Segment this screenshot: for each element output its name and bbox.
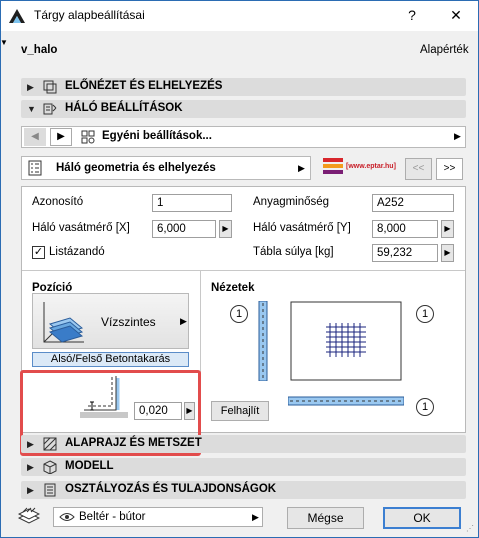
page-prev-button[interactable]: << — [405, 158, 432, 180]
classification-icon — [44, 483, 56, 497]
help-button[interactable]: ? — [402, 5, 422, 25]
archicad-app-icon — [9, 9, 25, 23]
section-classification-header[interactable]: ▶ OSZTÁLYOZÁS ÉS TULAJDONSÁGOK — [21, 481, 466, 499]
layer-dropdown[interactable]: Beltér - bútor ▶ — [53, 507, 263, 527]
view-badge-top: 1 — [416, 305, 434, 323]
id-field[interactable]: 1 — [152, 194, 232, 212]
page-label: Háló geometria és elhelyezés — [56, 162, 216, 174]
page-list-icon — [28, 160, 42, 176]
floorplan-icon — [43, 437, 57, 451]
expand-arrow-icon: ▶ — [27, 439, 34, 449]
expand-arrow-icon: ▶ — [27, 485, 34, 495]
dropdown-arrow-icon: ▶ — [180, 316, 187, 326]
orientation-label: Vízszintes — [101, 315, 156, 329]
diam-x-field[interactable]: 6,000 — [152, 220, 216, 238]
diam-y-dropdown-arrow[interactable]: ▶ — [441, 220, 454, 238]
listable-checkbox[interactable]: ✓ — [32, 246, 45, 259]
cover-label: Alsó/Felső Betontakarás — [32, 352, 189, 367]
diam-y-field[interactable]: 8,000 — [372, 220, 438, 238]
divider — [22, 270, 465, 271]
default-label: Alapérték — [420, 44, 469, 56]
dropdown-arrow-icon: ▶ — [298, 163, 305, 173]
page-selector[interactable]: Háló geometria és elhelyezés ▶ — [21, 156, 311, 180]
settings-icon — [43, 103, 57, 115]
views-title: Nézetek — [211, 282, 255, 294]
view-badge-bottom: 1 — [416, 398, 434, 416]
dropdown-arrow-icon: ▶ — [252, 512, 259, 522]
close-button[interactable]: ✕ — [446, 5, 466, 25]
collapse-triangle-icon[interactable]: ▼ — [0, 38, 8, 47]
section-floorplan-header[interactable]: ▶ ALAPRAJZ ÉS METSZET — [21, 435, 466, 453]
resize-grip-icon[interactable]: ⋰ — [466, 524, 476, 534]
weight-dropdown-arrow[interactable]: ▶ — [441, 244, 454, 262]
horizontal-mesh-icon — [43, 302, 84, 343]
section-model-header[interactable]: ▶ MODELL — [21, 458, 466, 476]
section-floorplan-label: ALAPRAJZ ÉS METSZET — [65, 437, 202, 449]
cancel-button[interactable]: Mégse — [287, 507, 364, 529]
page-next-button[interactable]: >> — [436, 158, 463, 180]
layer-label: Beltér - bútor — [79, 511, 146, 523]
cube-icon — [43, 460, 57, 474]
material-field[interactable]: A252 — [372, 194, 454, 212]
listable-label: Listázandó — [49, 246, 105, 258]
weight-field: 59,232 — [372, 244, 438, 262]
window-title: Tárgy alapbeállításai — [34, 8, 145, 22]
section-preview-header[interactable]: ▶ ELŐNÉZET ÉS ELHELYEZÉS — [21, 78, 466, 96]
next-arrow-button[interactable]: ▶ — [50, 128, 72, 146]
custom-settings-bar: ◀ ▶ Egyéni beállítások... ▶ — [21, 126, 466, 148]
preview-icon — [43, 80, 57, 94]
section-mesh-settings-header[interactable]: ▼ HÁLÓ BEÁLLÍTÁSOK — [21, 100, 466, 118]
ok-button[interactable]: OK — [383, 507, 461, 529]
expand-arrow-icon: ▶ — [27, 82, 34, 92]
custom-settings-label[interactable]: Egyéni beállítások... — [102, 130, 212, 142]
dropdown-arrow-icon[interactable]: ▶ — [454, 131, 461, 142]
section-model-label: MODELL — [65, 460, 114, 472]
diam-x-dropdown-arrow[interactable]: ▶ — [219, 220, 232, 238]
top-view-mesh-icon — [290, 301, 402, 381]
layer-icon — [18, 507, 40, 524]
eptar-logo-text: [www.eptar.hu] — [346, 163, 396, 170]
section-preview-label: ELŐNÉZET ÉS ELHELYEZÉS — [65, 80, 223, 92]
orientation-selector[interactable]: Vízszintes ▶ — [32, 293, 189, 349]
id-label: Azonosító — [32, 196, 84, 208]
object-name: v_halo — [21, 44, 58, 56]
section-mesh-settings-label: HÁLÓ BEÁLLÍTÁSOK — [65, 102, 183, 114]
diam-x-label: Háló vasátmérő [X] — [32, 222, 130, 234]
diam-y-label: Háló vasátmérő [Y] — [253, 222, 351, 234]
view-badge-side: 1 — [230, 305, 248, 323]
bend-button[interactable]: Felhajlít — [211, 401, 269, 421]
collapse-arrow-icon: ▼ — [27, 104, 36, 114]
eptar-logo: [www.eptar.hu] — [320, 156, 398, 180]
side-view-mesh-icon — [258, 301, 268, 381]
weight-label: Tábla súlya [kg] — [253, 246, 334, 258]
previous-arrow-button[interactable]: ◀ — [24, 128, 46, 146]
bottom-view-mesh-icon — [288, 396, 404, 406]
custom-settings-icon — [81, 130, 95, 144]
expand-arrow-icon: ▶ — [27, 462, 34, 472]
eye-icon — [59, 513, 75, 521]
material-label: Anyagminőség — [253, 196, 330, 208]
section-classification-label: OSZTÁLYOZÁS ÉS TULAJDONSÁGOK — [65, 483, 277, 495]
